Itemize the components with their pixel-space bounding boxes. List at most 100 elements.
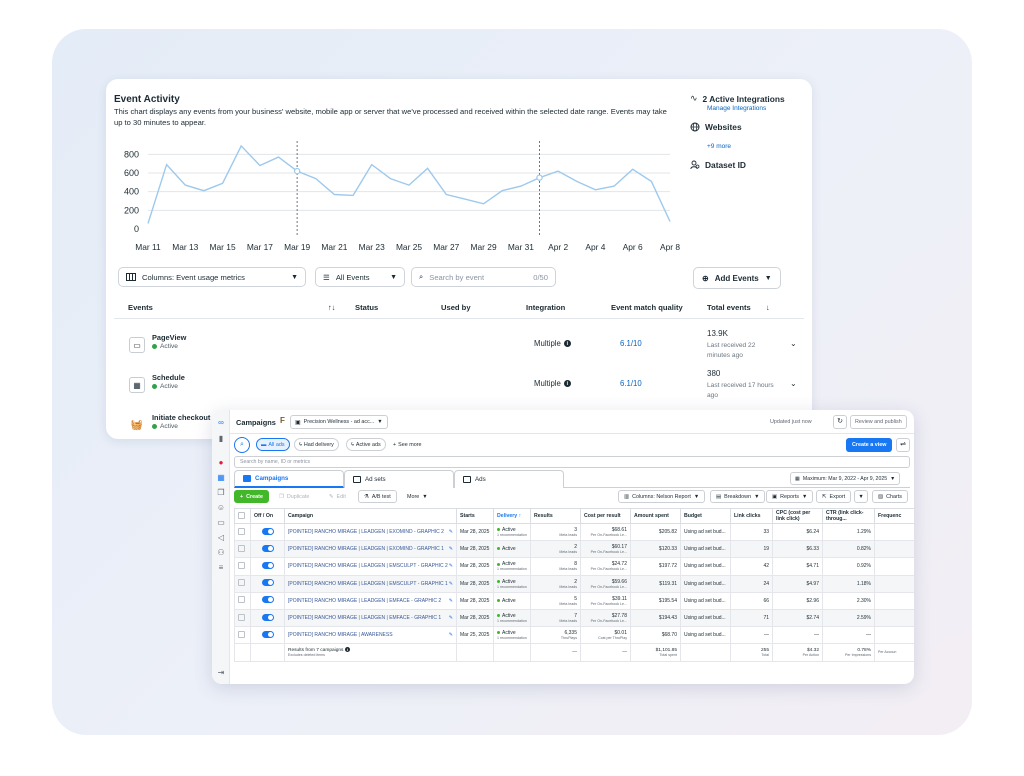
campaign-name-cell[interactable]: [POINTED] RANCHO MIRAGE | LEADGEN | EXOM… <box>284 540 457 559</box>
col-frequency[interactable]: Frequenc <box>874 508 914 524</box>
sort-down-icon[interactable]: ↓ <box>766 303 770 312</box>
columns-select[interactable]: Columns: Event usage metrics ▼ <box>118 267 306 287</box>
dataset-item[interactable]: Dataset ID <box>690 160 746 170</box>
duplicate-button[interactable]: ❐ Duplicate <box>274 490 315 503</box>
checkbox[interactable] <box>238 630 245 638</box>
col-ctr[interactable]: CTR (link click-throug... <box>822 508 875 524</box>
table-row[interactable]: [POINTED] RANCHO MIRAGE | LEADGEN | EMSC… <box>234 557 914 576</box>
on-off-toggle[interactable] <box>261 561 274 569</box>
col-off-on[interactable]: Off / On <box>250 508 285 524</box>
breakdown-select[interactable]: ▤ Breakdown ▼ <box>710 490 766 503</box>
tab-ad-sets[interactable]: Ad sets <box>344 470 454 488</box>
add-events-button[interactable]: ⊕ Add Events ▼ <box>693 267 781 289</box>
checkbox[interactable] <box>238 579 245 587</box>
columns-select[interactable]: ▥ Columns: Nelson Report ▼ <box>618 490 706 503</box>
settings-sliders-icon[interactable]: ⇌ <box>896 438 910 452</box>
chevron-down-icon[interactable]: ⌄ <box>790 339 797 348</box>
on-off-toggle[interactable] <box>261 579 274 587</box>
filter-active-ads[interactable]: ϟ Active ads <box>346 438 386 451</box>
toggle-cell[interactable] <box>250 540 285 559</box>
toggle-cell[interactable] <box>250 557 285 576</box>
checkbox[interactable] <box>238 511 245 519</box>
table-row[interactable]: [POINTED] RANCHO MIRAGE | LEADGEN | EMFA… <box>234 608 914 628</box>
toggle-cell[interactable] <box>250 608 285 628</box>
toggle-cell[interactable] <box>250 522 285 542</box>
on-off-toggle[interactable] <box>261 596 274 604</box>
manage-integrations-link[interactable]: Manage Integrations <box>707 105 766 112</box>
notifications-icon[interactable]: ● <box>215 458 227 468</box>
account-select[interactable]: ▣ Precision Wellness - ad acc... ▼ <box>290 415 388 429</box>
date-range-select[interactable]: ▦ Maximum: Mar 9, 2022 - Apr 9, 2025 ▼ <box>790 472 901 485</box>
all-events-select[interactable]: ☰ All Events ▼ <box>315 267 405 287</box>
search-button[interactable]: ⌕ <box>234 437 250 453</box>
toggle-cell[interactable] <box>250 591 285 610</box>
meta-logo-icon[interactable]: ∞ <box>215 418 227 428</box>
people-icon[interactable]: ⚇ <box>215 548 227 558</box>
collapse-icon[interactable]: ⇥ <box>215 668 227 678</box>
col-results[interactable]: Results <box>530 508 581 524</box>
col-cost-per-result[interactable]: Cost per result <box>580 508 631 524</box>
pin-icon[interactable]: ✎ <box>449 529 453 535</box>
export-button[interactable]: ⇱ Export <box>816 490 852 503</box>
account-icon[interactable]: ▮ <box>215 434 227 444</box>
campaign-link[interactable]: [POINTED] RANCHO MIRAGE | LEADGEN | EXOM… <box>288 546 444 552</box>
checkbox[interactable] <box>238 527 245 535</box>
toggle-cell[interactable] <box>250 626 285 645</box>
table-row[interactable]: [POINTED] RANCHO MIRAGE | LEADGEN | EXOM… <box>234 522 914 542</box>
on-off-toggle[interactable] <box>261 613 274 621</box>
pin-icon[interactable]: ✎ <box>449 598 453 604</box>
tab-ads[interactable]: Ads <box>454 470 564 488</box>
integrations-item[interactable]: ∿ 2 Active Integrations <box>690 93 785 104</box>
campaign-search-input[interactable]: Search by name, ID or metrics <box>234 456 910 468</box>
filter-all-ads[interactable]: ▬ All ads <box>256 438 290 451</box>
toggle-cell[interactable] <box>250 574 285 593</box>
col-cpc[interactable]: CPC (cost per link click) <box>772 508 823 524</box>
ab-test-button[interactable]: ⚗ A/B test <box>358 490 397 503</box>
event-search-input[interactable]: ⌕ Search by event 0/50 <box>411 267 556 287</box>
event-row[interactable]: ▭ PageView Active Multiple i 6.1/10 13.9K… <box>114 329 804 369</box>
campaign-name-cell[interactable]: [POINTED] RANCHO MIRAGE | LEADGEN | EXOM… <box>284 522 457 542</box>
campaign-name-cell[interactable]: [POINTED] RANCHO MIRAGE | LEADGEN | EMFA… <box>284 608 457 628</box>
col-campaign[interactable]: Campaign <box>284 508 457 524</box>
filter-had-delivery[interactable]: ϟ Had delivery <box>294 438 339 451</box>
checkbox[interactable] <box>238 613 245 621</box>
sort-icon[interactable]: ↑↓ <box>328 303 336 312</box>
table-row[interactable]: [POINTED] RANCHO MIRAGE | LEADGEN | EMSC… <box>234 574 914 593</box>
pin-icon[interactable]: ✎ <box>449 563 453 569</box>
table-row[interactable]: [POINTED] RANCHO MIRAGE | AWARENESS ✎ Mar … <box>234 626 914 645</box>
refresh-button[interactable]: ↻ <box>833 415 847 429</box>
event-match-quality[interactable]: 6.1/10 <box>620 339 642 348</box>
info-icon[interactable]: i <box>344 647 350 653</box>
on-off-toggle[interactable] <box>261 544 274 552</box>
campaign-link[interactable]: [POINTED] RANCHO MIRAGE | LEADGEN | EMFA… <box>288 615 441 621</box>
campaign-link[interactable]: [POINTED] RANCHO MIRAGE | LEADGEN | EXOM… <box>288 529 444 535</box>
select-all-checkbox[interactable] <box>234 508 251 524</box>
table-icon[interactable]: ▦ <box>215 473 227 483</box>
campaign-name-cell[interactable]: [POINTED] RANCHO MIRAGE | LEADGEN | EMFA… <box>284 591 457 610</box>
export-caret-button[interactable]: ▼ <box>854 490 868 503</box>
charts-button[interactable]: ▨ Charts <box>872 490 908 503</box>
on-off-toggle[interactable] <box>261 527 274 535</box>
event-match-quality[interactable]: 6.1/10 <box>620 379 642 388</box>
create-button[interactable]: + Create <box>234 490 269 503</box>
billing-icon[interactable]: ▭ <box>215 518 227 528</box>
checkbox[interactable] <box>238 544 245 552</box>
header-status[interactable]: Status <box>355 303 378 312</box>
checkbox[interactable] <box>238 561 245 569</box>
pin-icon[interactable]: ✎ <box>449 581 453 587</box>
edit-button[interactable]: ✎ Edit <box>324 490 351 503</box>
pin-icon[interactable]: ✎ <box>449 632 453 638</box>
table-row[interactable]: [POINTED] RANCHO MIRAGE | LEADGEN | EMFA… <box>234 591 914 610</box>
tab-campaigns[interactable]: Campaigns <box>234 470 344 488</box>
table-row[interactable]: [POINTED] RANCHO MIRAGE | LEADGEN | EXOM… <box>234 540 914 559</box>
pin-icon[interactable]: ✎ <box>449 546 453 552</box>
megaphone-icon[interactable]: ◁ <box>215 533 227 543</box>
row-checkbox-cell[interactable] <box>234 557 251 576</box>
row-checkbox-cell[interactable] <box>234 540 251 559</box>
pages-icon[interactable]: ❐ <box>215 488 227 498</box>
more-websites-link[interactable]: +9 more <box>707 143 731 150</box>
campaign-link[interactable]: [POINTED] RANCHO MIRAGE | LEADGEN | EMFA… <box>288 598 441 604</box>
review-publish-button[interactable]: Review and publish <box>850 415 907 429</box>
col-delivery[interactable]: Delivery ↑ <box>493 508 531 524</box>
row-checkbox-cell[interactable] <box>234 574 251 593</box>
